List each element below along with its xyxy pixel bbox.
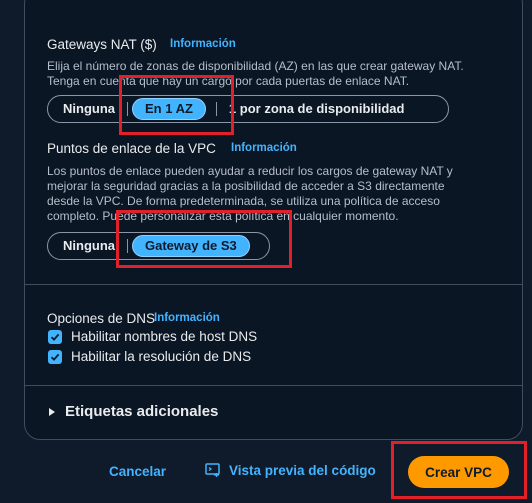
highlight-box-endpoint-option [116,210,292,268]
dns-options-label: Opciones de DNS [47,311,156,326]
endpoints-info-link[interactable]: Información [231,142,297,154]
additional-tags-expander[interactable]: Etiquetas adicionales [47,403,218,420]
code-preview-icon [205,463,220,477]
highlight-box-create-button [391,441,527,499]
caret-right-icon [49,407,55,416]
nat-option-none[interactable]: Ninguna [51,99,127,119]
preview-code-button[interactable]: Vista previa del código [205,462,376,478]
nat-segmented-control: Ninguna En 1 AZ 1 por zona de disponibil… [47,95,449,123]
section-divider [24,284,523,285]
vpc-endpoints-label: Puntos de enlace de la VPC [47,141,216,156]
dns-info-link[interactable]: Información [154,312,220,324]
section-divider [24,385,523,386]
dns-resolution-label[interactable]: Habilitar la resolución de DNS [71,349,251,364]
dns-hostnames-label[interactable]: Habilitar nombres de host DNS [71,329,257,344]
additional-tags-label: Etiquetas adicionales [65,403,219,420]
dns-resolution-checkbox[interactable] [48,350,62,364]
endpoints-description-line-3: desde la VPC. De forma predeterminada, s… [47,194,440,208]
endpoints-description-line-1: Los puntos de enlace pueden ayudar a red… [47,164,453,178]
nat-gateways-label: Gateways NAT ($) [47,37,157,52]
nat-description-line-1: Elija el número de zonas de disponibilid… [47,59,464,73]
cancel-button[interactable]: Cancelar [109,464,166,479]
preview-code-label: Vista previa del código [229,462,376,478]
nat-info-link[interactable]: Información [170,38,236,50]
highlight-box-nat-option [119,75,234,135]
dns-hostnames-checkbox[interactable] [48,330,62,344]
nat-option-per-az[interactable]: 1 por zona de disponibilidad [217,99,417,119]
endpoints-description-line-2: mejorar la seguridad gracias a la posibi… [47,179,445,193]
check-icon [50,353,60,361]
check-icon [50,333,60,341]
